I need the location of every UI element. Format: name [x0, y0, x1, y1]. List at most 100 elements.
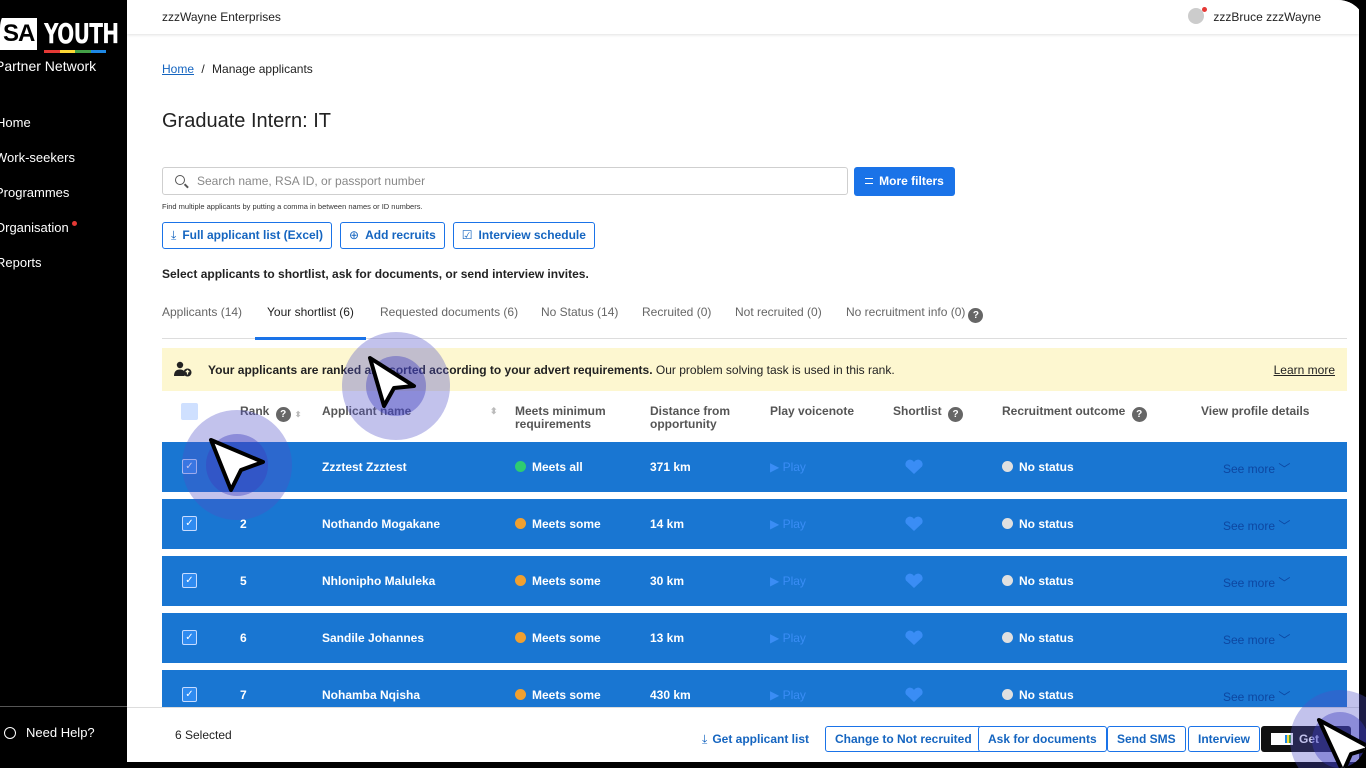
- recruitment-status[interactable]: No status: [1002, 631, 1074, 645]
- table-row[interactable]: ✓ 5 Nhlonipho Maluleka Meets some 30 km …: [162, 556, 1347, 606]
- logo-subtitle: Partner Network: [0, 58, 97, 74]
- recruitment-outcome-header: Recruitment outcome ?: [1002, 405, 1147, 422]
- play-voicenote-button[interactable]: ▶ Play: [770, 688, 806, 702]
- need-help-button[interactable]: Need Help?: [0, 725, 95, 740]
- tab-recruited[interactable]: Recruited (0): [642, 303, 711, 339]
- row-checkbox[interactable]: ✓: [182, 516, 197, 531]
- requirements-label: Meets some: [532, 688, 601, 702]
- rank-cell: 6: [240, 631, 247, 645]
- distance-cell: 30 km: [650, 574, 685, 588]
- sidebar-item-programmes[interactable]: Programmes: [0, 180, 77, 215]
- help-icon[interactable]: ?: [1131, 407, 1147, 422]
- breadcrumb-home-link[interactable]: Home: [162, 62, 194, 76]
- recruitment-status[interactable]: No status: [1002, 460, 1074, 474]
- sort-icon[interactable]: ⬍: [490, 405, 498, 418]
- sidebar-item-organisation[interactable]: Organisation: [0, 215, 77, 250]
- status-dot-icon: [1002, 632, 1013, 643]
- see-more-button[interactable]: See more ﹀: [1223, 460, 1290, 477]
- applicant-name[interactable]: Sandile Johannes: [322, 631, 424, 645]
- distance-cell: 14 km: [650, 517, 685, 531]
- sidebar-nav: Home Work-seekers Programmes Organisatio…: [0, 110, 77, 285]
- banner-text: Your applicants are ranked and sorted ac…: [208, 363, 895, 377]
- user-rank-icon: [174, 361, 192, 377]
- play-voicenote-button[interactable]: ▶ Play: [770, 631, 806, 645]
- send-sms-button[interactable]: Send SMS: [1107, 726, 1186, 752]
- row-checkbox[interactable]: ✓: [182, 687, 197, 702]
- add-recruits-label: Add recruits: [365, 228, 436, 242]
- table-row[interactable]: ✓ Zzztest Zzztest Meets all 371 km ▶ Pla…: [162, 442, 1347, 492]
- shortlist-heart-icon[interactable]: [904, 459, 924, 475]
- brand-logo[interactable]: SA YOUTH Partner Network: [0, 14, 127, 74]
- shortlist-heart-icon[interactable]: [904, 573, 924, 589]
- search-input[interactable]: [197, 173, 817, 189]
- tab-no-recruitment-info[interactable]: No recruitment info (0)?: [846, 303, 984, 339]
- applicant-name[interactable]: Nohamba Nqisha: [322, 688, 420, 702]
- play-voicenote-button[interactable]: ▶ Play: [770, 517, 806, 531]
- see-more-button[interactable]: See more ﹀: [1223, 688, 1290, 705]
- tab-not-recruited[interactable]: Not recruited (0): [735, 303, 822, 339]
- interview-button[interactable]: Interview: [1188, 726, 1261, 752]
- recruitment-status[interactable]: No status: [1002, 688, 1074, 702]
- sidebar-item-home[interactable]: Home: [0, 110, 77, 145]
- mouse-cursor-icon: [1317, 718, 1366, 768]
- recruitment-status[interactable]: No status: [1002, 517, 1074, 531]
- user-avatar-icon[interactable]: [1188, 7, 1207, 24]
- add-recruits-button[interactable]: ⊕ Add recruits: [340, 222, 445, 249]
- full-applicant-list-button[interactable]: ⤓ Full applicant list (Excel): [162, 222, 333, 249]
- ask-for-documents-button[interactable]: Ask for documents: [978, 726, 1107, 752]
- organisation-name[interactable]: zzzWayne Enterprises: [162, 10, 281, 24]
- see-more-button[interactable]: See more ﹀: [1223, 517, 1290, 534]
- search-icon: [175, 175, 185, 185]
- get-applicant-list-link[interactable]: ⤓ Get applicant list: [702, 732, 809, 747]
- filter-icon: [865, 178, 874, 184]
- shortlist-heart-icon[interactable]: [904, 516, 924, 532]
- play-voicenote-button[interactable]: ▶ Play: [770, 460, 806, 474]
- help-icon[interactable]: ?: [948, 407, 964, 422]
- search-hint: Find multiple applicants by putting a co…: [162, 202, 423, 211]
- need-help-label: Need Help?: [26, 725, 95, 740]
- user-name[interactable]: zzzBruce zzzWayne: [1213, 10, 1321, 24]
- shortlist-heart-icon[interactable]: [904, 687, 924, 703]
- table-row[interactable]: ✓ 6 Sandile Johannes Meets some 13 km ▶ …: [162, 613, 1347, 663]
- divider: [0, 706, 127, 707]
- row-checkbox[interactable]: ✓: [182, 630, 197, 645]
- sidebar-item-reports[interactable]: Reports: [0, 250, 77, 285]
- chevron-down-icon: ﹀: [1278, 519, 1291, 533]
- select-all-checkbox[interactable]: [181, 403, 198, 420]
- screen: SA YOUTH Partner Network Home Work-seeke…: [0, 0, 1366, 768]
- table-row[interactable]: ✓ 2 Nothando Mogakane Meets some 14 km ▶…: [162, 499, 1347, 549]
- see-more-label: See more: [1223, 576, 1276, 590]
- sort-icon[interactable]: ⬍: [295, 408, 302, 421]
- plus-circle-icon: ⊕: [349, 228, 360, 242]
- recruitment-status[interactable]: No status: [1002, 574, 1074, 588]
- see-more-button[interactable]: See more ﹀: [1223, 631, 1290, 648]
- requirements-label: Meets some: [532, 631, 601, 645]
- play-label: Play: [782, 460, 806, 474]
- play-label: Play: [782, 688, 806, 702]
- change-to-not-recruited-button[interactable]: Change to Not recruited: [825, 726, 982, 752]
- requirements-status: Meets some: [515, 574, 601, 588]
- logo-youth: YOUTH: [44, 17, 119, 50]
- play-voicenote-button[interactable]: ▶ Play: [770, 574, 806, 588]
- help-icon[interactable]: ?: [968, 308, 984, 323]
- tab-no-status[interactable]: No Status (14): [541, 303, 618, 339]
- tab-your-shortlist[interactable]: Your shortlist (6): [255, 303, 366, 340]
- help-icon[interactable]: ?: [275, 407, 291, 422]
- applicant-name[interactable]: Zzztest Zzztest: [322, 460, 407, 474]
- applicant-name[interactable]: Nhlonipho Maluleka: [322, 574, 435, 588]
- applicant-name[interactable]: Nothando Mogakane: [322, 517, 440, 531]
- more-filters-button[interactable]: More filters: [854, 167, 955, 196]
- see-more-button[interactable]: See more ﹀: [1223, 574, 1290, 591]
- learn-more-link[interactable]: Learn more: [1274, 363, 1335, 377]
- sidebar-item-work-seekers[interactable]: Work-seekers: [0, 145, 77, 180]
- interview-schedule-button[interactable]: ☑ Interview schedule: [452, 222, 595, 249]
- check-circle-icon: [515, 461, 526, 472]
- status-dot-icon: [1002, 461, 1013, 472]
- shortlist-heart-icon[interactable]: [904, 630, 924, 646]
- requirements-label: Meets some: [532, 574, 601, 588]
- help-icon: [4, 727, 16, 739]
- row-checkbox[interactable]: ✓: [182, 573, 197, 588]
- check-circle-icon: [515, 518, 526, 529]
- page-title: Graduate Intern: IT: [162, 110, 331, 132]
- tab-applicants[interactable]: Applicants (14): [162, 303, 242, 339]
